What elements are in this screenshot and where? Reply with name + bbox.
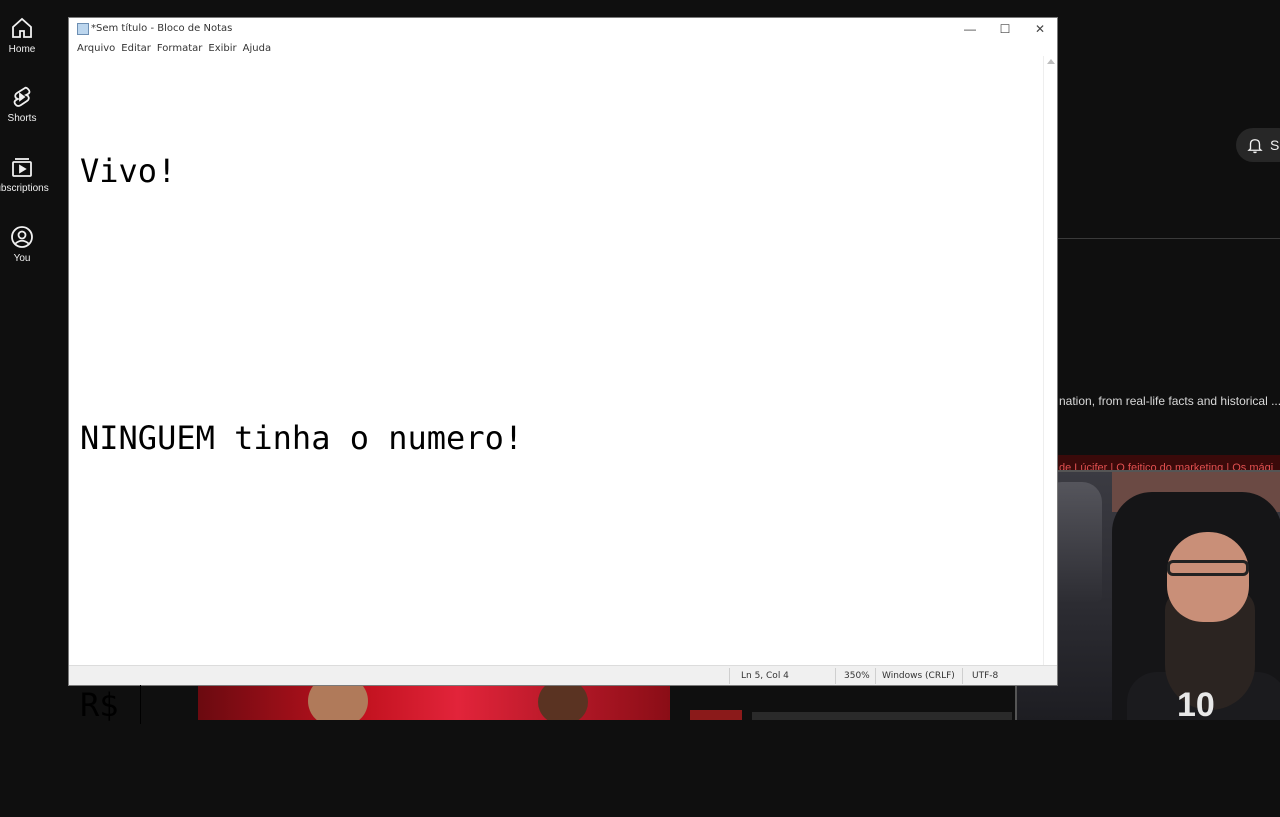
minimize-button[interactable]: — [953, 18, 987, 40]
subscribe-label: S [1270, 137, 1280, 153]
bell-icon [1247, 139, 1263, 154]
menu-ajuda[interactable]: Ajuda [240, 43, 274, 54]
line-ending: Windows (CRLF) [882, 671, 955, 681]
sidebar-item-label: You [13, 253, 31, 264]
menu-exibir[interactable]: Exibir [205, 43, 239, 54]
webcam-face [1167, 532, 1249, 622]
sidebar-item-you[interactable]: You [0, 225, 44, 264]
subscribe-button[interactable]: S [1236, 128, 1280, 162]
webcam-glasses [1167, 560, 1249, 576]
maximize-icon: ☐ [999, 22, 1011, 36]
close-button[interactable]: ✕ [1023, 18, 1057, 40]
sidebar-item-label: Shorts [7, 113, 37, 124]
sidebar-item-home[interactable]: Home [0, 16, 44, 55]
subscriptions-icon [12, 158, 32, 177]
status-separator [835, 668, 836, 684]
sidebar-item-shorts[interactable]: Shorts [0, 85, 44, 124]
editor-line: Vivo! [80, 152, 177, 190]
encoding: UTF-8 [972, 671, 999, 681]
notepad-app-icon [77, 23, 89, 35]
cursor-position: Ln 5, Col 4 [741, 671, 789, 681]
text-editor[interactable]: Vivo! NINGUEM tinha o numero! R$ [69, 56, 1044, 724]
title-bar[interactable]: *Sem título - Bloco de Notas — ☐ ✕ [69, 18, 1057, 40]
menu-bar: Arquivo Editar Formatar Exibir Ajuda [69, 40, 1057, 56]
vertical-scrollbar[interactable] [1043, 56, 1057, 667]
shirt-number: 10 [1177, 686, 1215, 720]
sidebar-item-label: ubscriptions [0, 183, 49, 194]
sidebar-item-label: Home [8, 44, 36, 55]
status-separator [729, 668, 730, 684]
home-icon [12, 17, 32, 38]
status-separator [962, 668, 963, 684]
editor-line: NINGUEM tinha o numero! [80, 419, 524, 457]
minimize-icon: — [964, 22, 976, 36]
menu-editar[interactable]: Editar [118, 43, 154, 54]
maximize-button[interactable]: ☐ [988, 18, 1022, 40]
video-description-snippet: nation, from real-life facts and histori… [1059, 394, 1280, 408]
divider [1058, 238, 1280, 239]
notepad-window[interactable]: *Sem título - Bloco de Notas — ☐ ✕ Arqui… [68, 17, 1058, 724]
zoom-level: 350% [844, 671, 870, 681]
status-separator [875, 668, 876, 684]
menu-formatar[interactable]: Formatar [154, 43, 205, 54]
status-bar: Ln 5, Col 4 350% Windows (CRLF) UTF-8 [69, 665, 1057, 685]
youtube-sidebar: Home Shorts ubscriptions You [0, 0, 68, 720]
menu-arquivo[interactable]: Arquivo [74, 43, 118, 54]
current-line-text: R$ [80, 686, 138, 724]
window-title: *Sem título - Bloco de Notas [91, 23, 233, 34]
close-icon: ✕ [1034, 22, 1046, 36]
text-caret [139, 684, 141, 724]
editor-line-current: R$ [80, 683, 1044, 728]
sidebar-item-subscriptions[interactable]: ubscriptions [0, 155, 49, 194]
shorts-icon [13, 86, 31, 107]
you-icon [11, 226, 33, 248]
scroll-up-arrow-icon[interactable] [1047, 59, 1055, 64]
